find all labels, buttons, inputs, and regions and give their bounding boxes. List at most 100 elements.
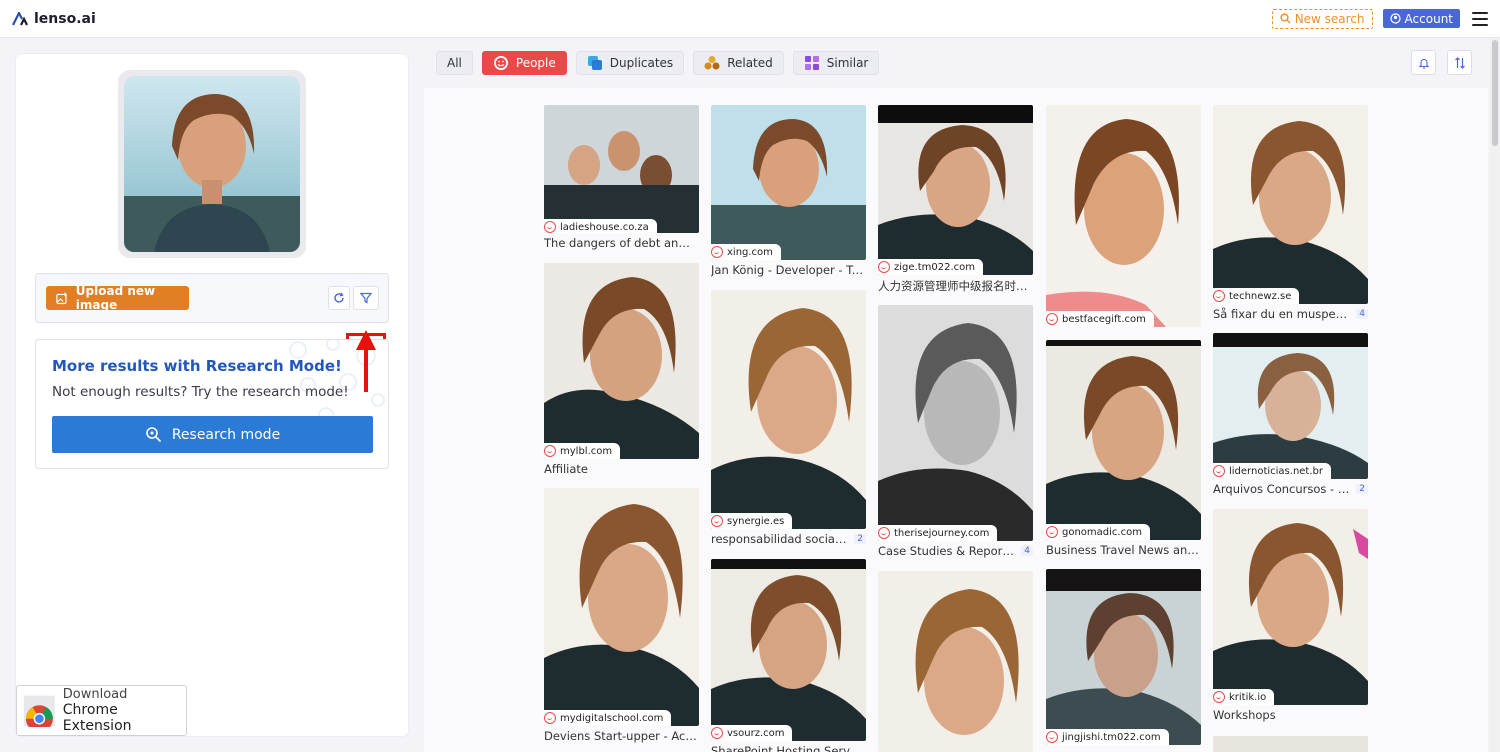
upload-new-image-button[interactable]: Upload new image — [46, 284, 189, 312]
result-source[interactable]: bestfacegift.com — [1046, 311, 1154, 327]
result-title[interactable]: 人力资源管理师中级报名时间... — [878, 278, 1033, 294]
result-title[interactable]: Arquivos Concursos - Pági... — [1213, 482, 1353, 496]
result-thumbnail[interactable]: bestfacegift.com — [1046, 105, 1201, 327]
result-title[interactable]: Så fixar du en muspekare ... — [1213, 307, 1353, 321]
result-source-text: ladieshouse.co.za — [560, 221, 649, 233]
result-thumbnail[interactable]: therisejourney.com — [878, 305, 1033, 541]
duplicate-count-badge: 4 — [1356, 309, 1368, 319]
result-title[interactable]: Business Travel News and U... — [1046, 543, 1201, 557]
result-thumbnail[interactable] — [1213, 736, 1368, 752]
result-source-text: kritik.io — [1229, 691, 1267, 703]
result-thumbnail[interactable]: mylbl.com — [544, 263, 699, 459]
result-title[interactable]: Affiliate — [544, 462, 699, 476]
result-source[interactable]: xing.com — [711, 244, 781, 260]
result-thumbnail[interactable]: ladieshouse.co.za — [544, 105, 699, 233]
duplicate-count-badge: 2 — [854, 534, 866, 544]
tab-similar-label: Similar — [826, 56, 869, 70]
result-source-text: gonomadic.com — [1062, 526, 1142, 538]
result-card[interactable]: vsourz.com SharePoint Hosting Services — [711, 559, 866, 752]
new-search-button[interactable]: New search — [1271, 8, 1373, 29]
logo-text: lenso.ai — [34, 10, 96, 27]
tab-similar[interactable]: Similar — [792, 51, 880, 75]
result-card[interactable]: gonomadic.com Business Travel News and U… — [1046, 340, 1201, 557]
result-card[interactable]: synergie.es responsabilidad social cor..… — [711, 290, 866, 546]
result-source-text: zige.tm022.com — [894, 261, 975, 273]
face-icon — [1046, 313, 1058, 325]
result-source[interactable]: therisejourney.com — [878, 525, 998, 541]
result-thumbnail[interactable]: zige.tm022.com — [878, 105, 1033, 275]
red-arrow-annotation-icon — [356, 330, 376, 392]
refresh-icon — [334, 292, 344, 303]
tab-all[interactable]: All — [436, 51, 473, 75]
scrollbar-thumb[interactable] — [1492, 40, 1498, 146]
page-scrollbar[interactable] — [1490, 38, 1500, 752]
result-source[interactable]: mylbl.com — [544, 443, 621, 459]
result-source[interactable]: lidernoticias.net.br — [1213, 463, 1331, 479]
result-card[interactable]: bestfacegift.com — [1046, 105, 1201, 327]
result-source[interactable]: kritik.io — [1213, 689, 1275, 705]
result-card[interactable] — [878, 571, 1033, 752]
result-thumbnail[interactable]: lidernoticias.net.br — [1213, 333, 1368, 479]
result-card[interactable]: mydigitalschool.com Deviens Start-upper … — [544, 488, 699, 743]
tab-duplicates[interactable]: Duplicates — [575, 51, 685, 75]
alert-button[interactable] — [1411, 50, 1436, 75]
result-source[interactable]: technewz.se — [1213, 288, 1300, 304]
result-card[interactable]: technewz.se Så fixar du en muspekare ...… — [1213, 105, 1368, 321]
result-card[interactable]: mylbl.com Affiliate — [544, 263, 699, 476]
result-thumbnail[interactable]: synergie.es — [711, 290, 866, 529]
result-source[interactable]: ladieshouse.co.za — [544, 219, 657, 233]
result-card[interactable] — [1213, 736, 1368, 752]
result-thumbnail[interactable]: technewz.se — [1213, 105, 1368, 304]
result-thumbnail[interactable] — [878, 571, 1033, 752]
result-source[interactable]: vsourz.com — [711, 725, 793, 741]
result-source[interactable]: jingjishi.tm022.com — [1046, 729, 1169, 745]
sort-arrows-icon — [1454, 56, 1465, 69]
result-card[interactable]: jingjishi.tm022.com — [1046, 569, 1201, 745]
logo[interactable]: lenso.ai — [12, 11, 96, 27]
extension-line1: Download — [62, 687, 128, 702]
result-card[interactable]: xing.com Jan König - Developer - Trici .… — [711, 105, 866, 277]
duplicate-count-badge: 2 — [1356, 484, 1368, 494]
result-title[interactable]: The dangers of debt and stra... — [544, 236, 699, 250]
result-thumbnail[interactable]: xing.com — [711, 105, 866, 260]
face-icon — [711, 727, 723, 739]
result-source-text: technewz.se — [1229, 290, 1292, 302]
result-card[interactable]: ladieshouse.co.za The dangers of debt an… — [544, 105, 699, 250]
result-source[interactable]: synergie.es — [711, 513, 793, 529]
result-thumbnail[interactable]: gonomadic.com — [1046, 340, 1201, 540]
result-source[interactable]: mydigitalschool.com — [544, 710, 672, 726]
sort-button[interactable] — [1447, 50, 1472, 75]
result-title[interactable]: Deviens Start-upper - Actuali... — [544, 729, 699, 743]
result-title[interactable]: Workshops — [1213, 708, 1368, 722]
tab-people[interactable]: People — [481, 51, 567, 75]
result-card[interactable]: lidernoticias.net.br Arquivos Concursos … — [1213, 333, 1368, 496]
tab-people-label: People — [515, 56, 556, 70]
result-card[interactable]: therisejourney.com Case Studies & Report… — [878, 305, 1033, 558]
result-thumbnail[interactable]: kritik.io — [1213, 509, 1368, 705]
chrome-extension-banner[interactable]: Download Chrome Extension — [16, 685, 187, 736]
left-panel: Upload new image More results with Resea… — [16, 54, 408, 736]
account-button[interactable]: Account — [1382, 9, 1460, 28]
result-title[interactable]: SharePoint Hosting Services — [711, 744, 866, 752]
similar-grid-icon — [804, 56, 819, 70]
result-source-text: lidernoticias.net.br — [1229, 465, 1323, 477]
result-thumbnail[interactable]: mydigitalschool.com — [544, 488, 699, 726]
result-card[interactable]: zige.tm022.com 人力资源管理师中级报名时间... — [878, 105, 1033, 294]
extension-line2: Chrome Extension — [62, 702, 132, 734]
result-title[interactable]: Jan König - Developer - Trici ... — [711, 263, 866, 277]
menu-icon[interactable] — [1472, 11, 1488, 26]
filter-button[interactable] — [353, 286, 379, 310]
tab-related[interactable]: Related — [693, 51, 784, 75]
result-source-text: jingjishi.tm022.com — [1062, 731, 1161, 743]
result-thumbnail[interactable]: vsourz.com — [711, 559, 866, 741]
tab-duplicates-label: Duplicates — [609, 56, 674, 70]
result-title[interactable]: Case Studies & Reports | ... — [878, 544, 1018, 558]
result-thumbnail[interactable]: jingjishi.tm022.com — [1046, 569, 1201, 745]
result-source[interactable]: zige.tm022.com — [878, 259, 983, 275]
upload-bar: Upload new image — [35, 273, 389, 323]
refresh-button[interactable] — [328, 286, 350, 310]
result-source[interactable]: gonomadic.com — [1046, 524, 1150, 540]
result-card[interactable]: kritik.io Workshops — [1213, 509, 1368, 722]
research-mode-button[interactable]: Research mode — [52, 416, 373, 453]
result-title[interactable]: responsabilidad social cor... — [711, 532, 851, 546]
